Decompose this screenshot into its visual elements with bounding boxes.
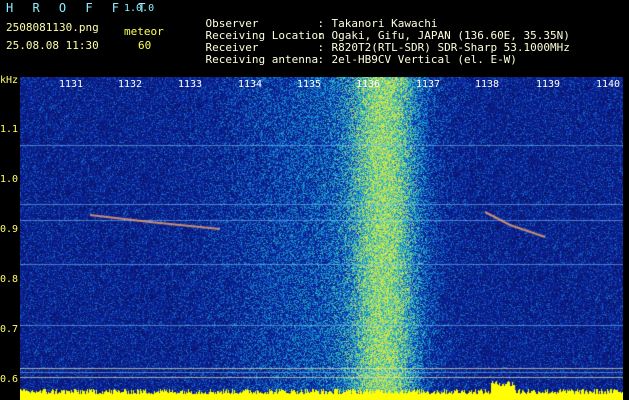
info-row-antenna: Receiving antenna: 2el-HB9CV Vertical (el… [205,53,517,66]
meteor-count: 60 [138,39,152,52]
meteor-label: meteor [124,25,164,38]
x-tick-label: 1133 [178,79,203,90]
x-tick-label: 1132 [118,79,143,90]
x-tick-label: 1138 [475,79,500,90]
x-tick-label: 1134 [238,79,263,90]
x-tick-label: 1136 [356,79,381,90]
x-tick-label: 1137 [416,79,441,90]
y-axis-unit: kHz [0,75,19,86]
info-key: Receiving antenna [205,53,319,66]
spectrogram-canvas [20,77,623,400]
app-version: 1.0.0 [124,3,155,14]
x-tick-label: 1139 [536,79,561,90]
y-tick-label: 0.8 [0,274,19,285]
file-name: 2508081130.png [6,21,99,34]
y-tick-label: 1.1 [0,124,19,135]
info-value: 2el-HB9CV Vertical (el. E-W) [331,53,517,66]
x-tick-label: 1131 [59,79,84,90]
date-time: 25.08.08 11:30 [6,39,99,52]
spectrogram [20,77,623,400]
y-tick-label: 1.0 [0,174,19,185]
y-tick-label: 0.9 [0,224,19,235]
y-tick-label: 0.6 [0,374,19,385]
x-tick-label: 1135 [297,79,322,90]
y-tick-label: 0.7 [0,324,19,335]
hroft-window: H R O F F T 1.0.0 2508081130.png meteor … [0,0,629,400]
x-tick-label: 1140 [596,79,621,90]
